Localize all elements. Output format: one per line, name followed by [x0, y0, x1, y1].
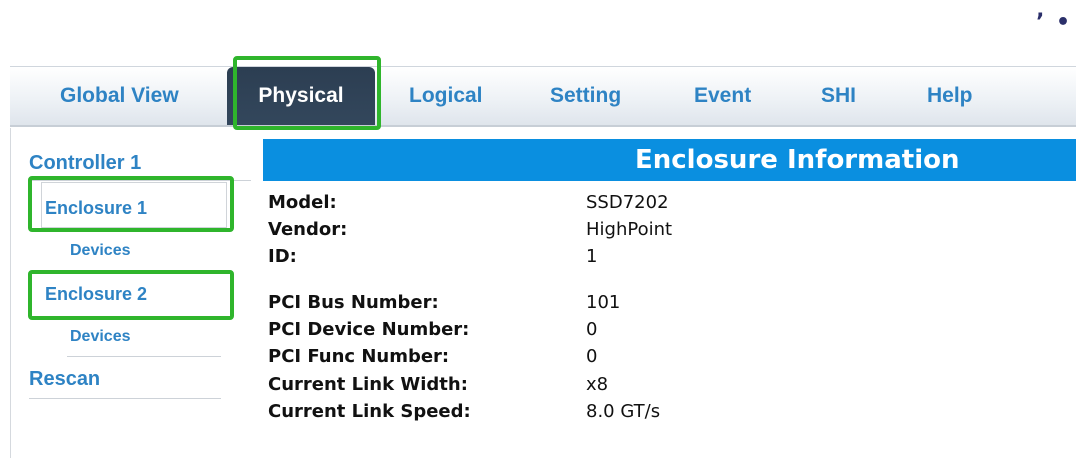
tab-global-view[interactable]: Global View [60, 67, 179, 125]
tab-setting[interactable]: Setting [550, 67, 621, 125]
info-value-pci-device-number: 0 [586, 319, 598, 340]
info-value-current-link-width: x8 [586, 374, 609, 395]
info-label-current-link-width: Current Link Width: [268, 374, 468, 395]
info-value-model: SSD7202 [586, 192, 669, 213]
sidebar-item-devices-2[interactable]: Devices [70, 328, 131, 346]
tab-event[interactable]: Event [694, 67, 751, 125]
tab-physical[interactable]: Physical [227, 67, 375, 125]
info-label-current-link-speed: Current Link Speed: [268, 401, 471, 422]
info-value-pci-func-number: 0 [586, 346, 598, 367]
tab-help[interactable]: Help [927, 67, 973, 125]
info-value-pci-bus-number: 101 [586, 292, 621, 313]
panel-title: Enclosure Information [635, 145, 960, 175]
info-value-vendor: HighPoint [586, 219, 673, 240]
main-tab-bar: Global View Physical Logical Setting Eve… [10, 66, 1076, 127]
tab-logical[interactable]: Logical [409, 67, 483, 125]
info-label-pci-func-number: PCI Func Number: [268, 346, 450, 367]
info-label-model: Model: [268, 192, 337, 213]
info-label-pci-device-number: PCI Device Number: [268, 319, 470, 340]
divider [29, 180, 251, 181]
sidebar: Controller 1 Enclosure 1 Devices Enclosu… [10, 128, 251, 458]
sidebar-item-rescan[interactable]: Rescan [29, 368, 100, 391]
info-label-pci-bus-number: PCI Bus Number: [268, 292, 439, 313]
sidebar-item-enclosure-2[interactable]: Enclosure 2 [45, 284, 147, 305]
divider [29, 398, 221, 399]
sidebar-item-enclosure-1[interactable]: Enclosure 1 [45, 198, 147, 219]
enclosure-information-header: Enclosure Information [263, 139, 1076, 181]
info-value-current-link-speed: 8.0 GT/s [586, 401, 661, 422]
sidebar-item-devices-1[interactable]: Devices [70, 242, 131, 260]
info-label-id: ID: [268, 246, 297, 267]
divider [67, 356, 221, 357]
info-label-vendor: Vendor: [268, 219, 348, 240]
sidebar-item-controller-1[interactable]: Controller 1 [29, 152, 141, 175]
info-value-id: 1 [586, 246, 598, 267]
tab-shi[interactable]: SHI [821, 67, 856, 125]
brand-mark: ’ • [1036, 10, 1073, 35]
